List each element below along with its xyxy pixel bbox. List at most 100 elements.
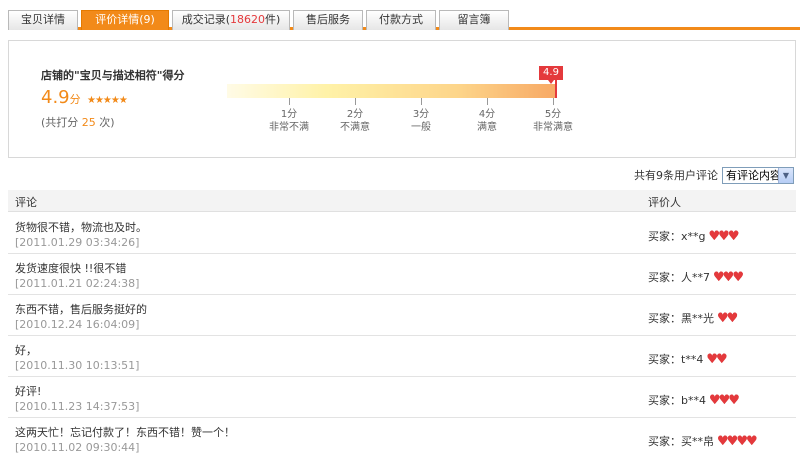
scale-label-2: 2分 不满意 bbox=[325, 108, 385, 134]
scale-desc: 一般 bbox=[411, 122, 431, 133]
table-row: 发货速度很快 !!很不错 [2011.01.21 02:24:38] 买家：人**7… bbox=[8, 254, 796, 295]
reviewer-name[interactable]: 买家：t**4 bbox=[648, 351, 703, 367]
tab-reviews[interactable]: 评价详情(9) bbox=[81, 10, 169, 30]
scale-score: 1分 bbox=[280, 109, 298, 120]
scale-score: 2分 bbox=[346, 109, 364, 120]
scale-score: 3分 bbox=[412, 109, 430, 120]
tab-label: 评价详情( bbox=[95, 13, 144, 26]
reviewer: 买家：买**帛 ♥ ♥ ♥ ♥ bbox=[648, 433, 758, 449]
reviewer-rank: ♥ ♥ bbox=[717, 310, 739, 326]
select-value: 有评论内容 bbox=[726, 169, 778, 182]
rating-total: (共打分 25 次) bbox=[41, 114, 115, 130]
score-number: 4.9 bbox=[41, 87, 70, 108]
tab-count: 9 bbox=[143, 13, 151, 26]
tab-suffix: ) bbox=[150, 13, 155, 26]
scale-desc: 非常不满 bbox=[269, 122, 309, 133]
review-date: [2010.11.02 09:30:44] bbox=[15, 441, 140, 453]
scale-tick bbox=[289, 98, 290, 105]
rating-panel: 店铺的"宝贝与描述相符"得分 4.9分 ★★★★★ (共打分 25 次) 4.9… bbox=[8, 40, 796, 158]
table-row: 好评! [2010.11.23 14:37:53] 买家：b**4 ♥ ♥ ♥ bbox=[8, 377, 796, 418]
reviewer: 买家：x**g ♥ ♥ ♥ bbox=[648, 228, 740, 244]
chevron-down-icon[interactable]: ▼ bbox=[778, 167, 793, 183]
scale-label-3: 3分 一般 bbox=[391, 108, 451, 134]
tab-count: 18620 bbox=[230, 13, 265, 26]
table-row: 好， [2010.11.30 10:13:51] 买家：t**4 ♥ ♥ bbox=[8, 336, 796, 377]
heart-icon: ♥ bbox=[715, 351, 728, 367]
comment-count-text: 共有9条用户评论 bbox=[634, 169, 718, 182]
scale-label-4: 4分 满意 bbox=[457, 108, 517, 134]
tab-label: 留言簿 bbox=[457, 13, 491, 26]
table-row: 货物很不错，物流也及时。 [2011.01.29 03:34:26] 买家：x**g… bbox=[8, 213, 796, 254]
heart-icon: ♥ bbox=[726, 310, 739, 326]
scale-score: 4分 bbox=[478, 109, 496, 120]
reviewer: 买家：b**4 ♥ ♥ ♥ bbox=[648, 392, 740, 408]
review-date: [2010.11.23 14:37:53] bbox=[15, 400, 140, 413]
reviewer-name[interactable]: 买家：x**g bbox=[648, 228, 706, 244]
review-comment: 发货速度很快 !!很不错 bbox=[15, 262, 127, 275]
reviewer-rank: ♥ ♥ ♥ ♥ bbox=[717, 433, 758, 449]
review-comment: 货物很不错，物流也及时。 bbox=[15, 221, 147, 234]
scale-desc: 不满意 bbox=[340, 122, 370, 133]
reviewer-rank: ♥ ♥ ♥ bbox=[709, 228, 740, 244]
rating-score: 4.9分 bbox=[41, 87, 81, 108]
tab-bar: 宝贝详情 评价详情(9) 成交记录(18620件) 售后服务 付款方式 留言簿 bbox=[8, 10, 800, 30]
review-date: [2010.12.24 16:04:09] bbox=[15, 318, 140, 331]
star-rating-icon: ★★★★★ bbox=[87, 95, 128, 106]
tab-suffix: 件) bbox=[265, 13, 281, 26]
scale-tick bbox=[355, 98, 356, 105]
table-row: 这两天忙！忘记付款了！东西不错！赞一个！ [2010.11.02 09:30:44… bbox=[8, 418, 796, 453]
scale-score: 5分 bbox=[544, 109, 562, 120]
tab-payment[interactable]: 付款方式 bbox=[366, 10, 436, 30]
reviewer: 买家：人**7 ♥ ♥ ♥ bbox=[648, 269, 744, 285]
heart-icon: ♥ bbox=[727, 228, 740, 244]
rating-scale-bar bbox=[227, 84, 557, 98]
tab-item-details[interactable]: 宝贝详情 bbox=[8, 10, 78, 30]
heart-icon: ♥ bbox=[745, 433, 758, 449]
reviewer-rank: ♥ ♥ bbox=[706, 351, 728, 367]
review-comment: 这两天忙！忘记付款了！东西不错！赞一个！ bbox=[15, 426, 235, 439]
scale-label-5: 5分 非常满意 bbox=[523, 108, 583, 134]
reviewer-name[interactable]: 买家：买**帛 bbox=[648, 433, 714, 449]
tab-after-sales[interactable]: 售后服务 bbox=[293, 10, 363, 30]
score-unit: 分 bbox=[69, 93, 81, 106]
tab-label: 宝贝详情 bbox=[21, 13, 65, 26]
reviewer-rank: ♥ ♥ ♥ bbox=[713, 269, 744, 285]
rating-title: 店铺的"宝贝与描述相符"得分 bbox=[41, 69, 185, 82]
total-count: 25 bbox=[81, 116, 96, 129]
scale-desc: 满意 bbox=[477, 122, 497, 133]
reviewer-name[interactable]: 买家：b**4 bbox=[648, 392, 706, 408]
review-comment: 好， bbox=[15, 344, 37, 357]
scale-desc: 非常满意 bbox=[533, 122, 573, 133]
scale-tick bbox=[487, 98, 488, 105]
comment-filter-select[interactable]: 有评论内容 ▼ bbox=[722, 166, 794, 184]
reviewer-rank: ♥ ♥ ♥ bbox=[709, 392, 740, 408]
total-prefix: (共打分 bbox=[41, 116, 79, 129]
tab-label: 付款方式 bbox=[379, 13, 423, 26]
tab-guestbook[interactable]: 留言簿 bbox=[439, 10, 509, 30]
rating-badge: 4.9 bbox=[539, 66, 563, 84]
reviewer-name[interactable]: 买家：黑**光 bbox=[648, 310, 714, 326]
scale-label-1: 1分 非常不满 bbox=[259, 108, 319, 134]
rating-marker bbox=[555, 80, 557, 98]
tab-label: 成交记录( bbox=[181, 13, 230, 26]
heart-icon: ♥ bbox=[728, 392, 740, 408]
tab-label: 售后服务 bbox=[306, 13, 350, 26]
reviewer: 买家：黑**光 ♥ ♥ bbox=[648, 310, 739, 326]
scale-tick bbox=[553, 98, 554, 105]
table-row: 东西不错，售后服务挺好的 [2010.12.24 16:04:09] 买家：黑**光… bbox=[8, 295, 796, 336]
review-comment: 好评! bbox=[15, 385, 42, 398]
total-suffix: 次) bbox=[99, 116, 115, 129]
table-header: 评论 评价人 bbox=[8, 190, 796, 212]
tab-transactions[interactable]: 成交记录(18620件) bbox=[172, 10, 290, 30]
review-comment: 东西不错，售后服务挺好的 bbox=[15, 303, 147, 316]
review-date: [2011.01.29 03:34:26] bbox=[15, 236, 140, 249]
review-date: [2010.11.30 10:13:51] bbox=[15, 359, 140, 372]
reviewer: 买家：t**4 ♥ ♥ bbox=[648, 351, 728, 367]
reviewer-name[interactable]: 买家：人**7 bbox=[648, 269, 710, 285]
review-date: [2011.01.21 02:24:38] bbox=[15, 277, 140, 290]
col-reviewer: 评价人 bbox=[648, 196, 681, 209]
heart-icon: ♥ bbox=[732, 269, 744, 285]
col-comment: 评论 bbox=[15, 196, 37, 209]
scale-tick bbox=[421, 98, 422, 105]
comment-filter: 共有9条用户评论 有评论内容 ▼ bbox=[634, 166, 794, 184]
